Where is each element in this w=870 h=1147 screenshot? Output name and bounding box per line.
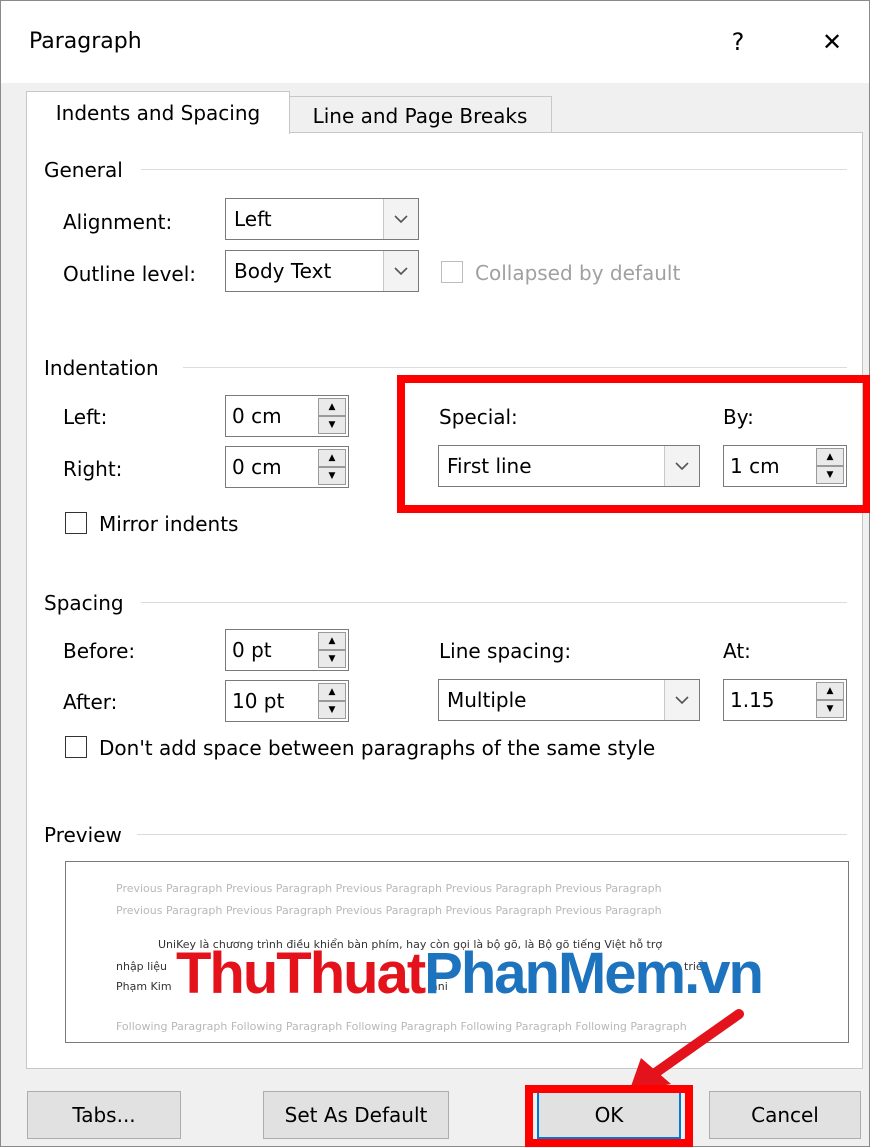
dont-add-space-checkbox[interactable] — [65, 736, 87, 758]
outline-level-value: Body Text — [234, 259, 332, 283]
spin-down-icon[interactable]: ▼ — [318, 467, 346, 485]
spin-down-icon[interactable]: ▼ — [318, 701, 346, 719]
chevron-down-icon — [383, 199, 418, 239]
special-highlight-box — [397, 375, 870, 513]
watermark-part1: ThuThuat — [176, 941, 426, 1006]
cancel-button[interactable]: Cancel — [709, 1091, 861, 1139]
tabs-button-label: Tabs... — [72, 1103, 136, 1127]
spin-down-icon[interactable]: ▼ — [318, 416, 346, 434]
line-spacing-dropdown[interactable]: Multiple — [438, 679, 700, 721]
watermark-part2: PhanMem — [424, 941, 686, 1006]
tab-indents-and-spacing[interactable]: Indents and Spacing — [26, 91, 290, 134]
cancel-button-label: Cancel — [751, 1103, 819, 1127]
dont-add-space-label: Don't add space between paragraphs of th… — [99, 736, 656, 760]
outline-level-label: Outline level: — [63, 262, 197, 286]
at-label: At: — [723, 639, 751, 663]
preview-text-line: nhập liệu — [116, 960, 168, 973]
set-as-default-button[interactable]: Set As Default — [263, 1091, 449, 1139]
before-label: Before: — [63, 639, 136, 663]
set-as-default-label: Set As Default — [284, 1103, 428, 1127]
spin-up-icon[interactable]: ▲ — [816, 682, 844, 700]
right-indent-label: Right: — [63, 457, 123, 481]
collapsed-by-default-checkbox[interactable] — [441, 261, 463, 283]
indentation-heading: Indentation — [44, 356, 159, 380]
after-spinner[interactable]: 10 pt ▲ ▼ — [225, 680, 349, 722]
preview-previous-line: Previous Paragraph Previous Paragraph Pr… — [116, 904, 662, 917]
mirror-indents-checkbox[interactable] — [65, 512, 87, 534]
indentation-divider — [183, 367, 847, 368]
spin-up-icon[interactable]: ▲ — [318, 449, 346, 467]
left-indent-value: 0 cm — [232, 404, 282, 428]
after-label: After: — [63, 690, 118, 714]
before-value: 0 pt — [232, 638, 272, 662]
spin-up-icon[interactable]: ▲ — [318, 632, 346, 650]
left-indent-label: Left: — [63, 405, 108, 429]
right-indent-spinner[interactable]: 0 cm ▲ ▼ — [225, 446, 349, 488]
help-button[interactable]: ? — [713, 19, 763, 65]
chevron-down-icon — [383, 251, 418, 291]
spin-up-icon[interactable]: ▲ — [318, 398, 346, 416]
spin-down-icon[interactable]: ▼ — [318, 650, 346, 668]
at-spinner[interactable]: 1.15 ▲ ▼ — [723, 679, 847, 721]
tab-line-and-page-breaks[interactable]: Line and Page Breaks — [288, 96, 552, 135]
close-button[interactable]: ✕ — [807, 19, 857, 65]
preview-divider — [137, 834, 847, 835]
left-indent-spinner[interactable]: 0 cm ▲ ▼ — [225, 395, 349, 437]
outline-level-dropdown[interactable]: Body Text — [225, 250, 419, 292]
line-spacing-value: Multiple — [447, 688, 527, 712]
line-spacing-label: Line spacing: — [439, 639, 572, 663]
collapsed-by-default-label: Collapsed by default — [475, 261, 681, 285]
spin-down-icon[interactable]: ▼ — [816, 700, 844, 718]
chevron-down-icon — [664, 680, 699, 720]
at-value: 1.15 — [730, 688, 775, 712]
alignment-label: Alignment: — [63, 210, 173, 234]
preview-previous-line: Previous Paragraph Previous Paragraph Pr… — [116, 882, 662, 895]
tab-breaks-label: Line and Page Breaks — [312, 103, 528, 128]
preview-heading: Preview — [44, 823, 122, 847]
right-indent-value: 0 cm — [232, 455, 282, 479]
dialog-title: Paragraph — [29, 29, 142, 54]
preview-text-line: Phạm Kim — [116, 980, 172, 993]
watermark-logo: ThuThuatPhanMem.vn — [176, 940, 764, 1007]
preview-following-line: Following Paragraph Following Paragraph … — [116, 1020, 687, 1033]
tab-indents-label: Indents and Spacing — [55, 101, 261, 125]
spin-up-icon[interactable]: ▲ — [318, 683, 346, 701]
ok-highlight-box — [525, 1085, 693, 1147]
general-heading: General — [44, 158, 123, 182]
spacing-heading: Spacing — [44, 591, 124, 615]
paragraph-dialog: Paragraph ? ✕ Indents and Spacing Line a… — [0, 0, 870, 1147]
general-divider — [141, 169, 847, 170]
spacing-divider — [141, 602, 847, 603]
alignment-dropdown[interactable]: Left — [225, 198, 419, 240]
after-value: 10 pt — [232, 689, 285, 713]
mirror-indents-label: Mirror indents — [99, 512, 239, 536]
title-bar: Paragraph ? ✕ — [1, 1, 869, 83]
watermark-part3: .vn — [684, 941, 764, 1006]
tabs-button[interactable]: Tabs... — [27, 1091, 181, 1139]
before-spinner[interactable]: 0 pt ▲ ▼ — [225, 629, 349, 671]
alignment-value: Left — [234, 207, 272, 231]
